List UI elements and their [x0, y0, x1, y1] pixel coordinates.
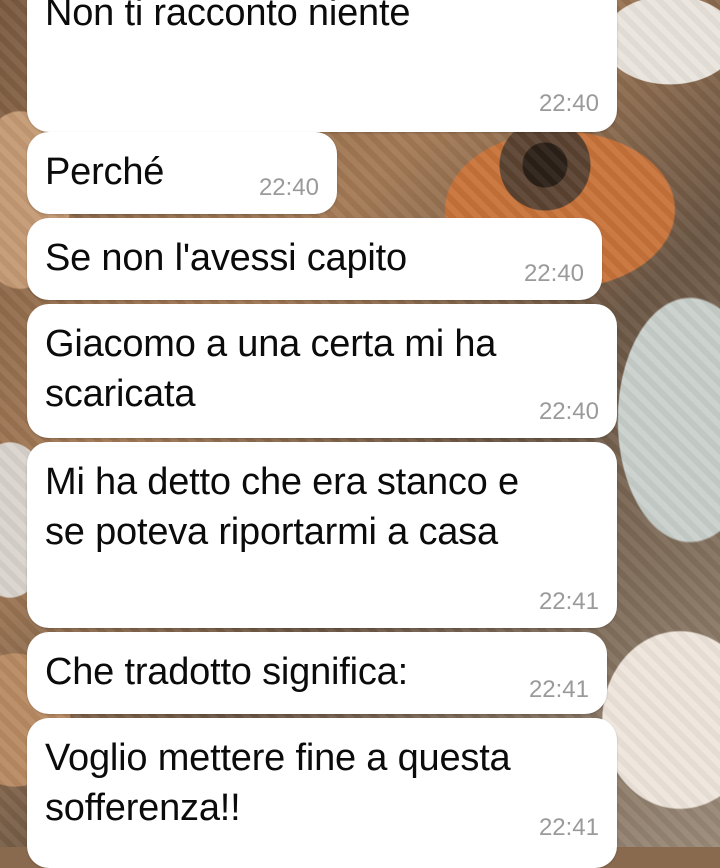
message-text: Mi ha detto che era stanco e se poteva r… — [45, 461, 519, 553]
message-timestamp: 22:41 — [528, 676, 589, 703]
message-timestamp: 22:41 — [538, 588, 599, 615]
message-bubble[interactable]: Che tradotto significa: 22:41 — [27, 632, 607, 714]
message-timestamp: 22:40 — [538, 398, 599, 425]
message-text: Giacomo a una certa mi ha scaricata — [45, 323, 497, 415]
message-text: Non ti racconto niente — [45, 0, 411, 34]
message-bubble[interactable]: Mi ha detto che era stanco e se poteva r… — [27, 442, 617, 628]
message-bubble[interactable]: Giacomo a una certa mi ha scaricata 22:4… — [27, 304, 617, 438]
message-bubble[interactable]: Perché 22:40 — [27, 132, 337, 214]
message-timestamp: 22:41 — [538, 814, 599, 841]
message-timestamp: 22:40 — [523, 260, 584, 287]
message-text: Se non l'avessi capito — [45, 237, 407, 279]
message-bubble[interactable]: Se non l'avessi capito 22:40 — [27, 218, 602, 300]
message-text: Voglio mettere fine a questa sofferenza!… — [45, 737, 511, 829]
message-timestamp: 22:40 — [538, 90, 599, 117]
message-bubble[interactable]: Non ti racconto niente 22:40 — [27, 0, 617, 132]
chat-message-list[interactable]: Non ti racconto niente 22:40 Perché 22:4… — [0, 0, 720, 868]
message-text: Che tradotto significa: — [45, 651, 408, 693]
message-bubble[interactable]: Voglio mettere fine a questa sofferenza!… — [27, 718, 617, 868]
message-text: Perché — [45, 151, 165, 193]
message-timestamp: 22:40 — [258, 174, 319, 201]
